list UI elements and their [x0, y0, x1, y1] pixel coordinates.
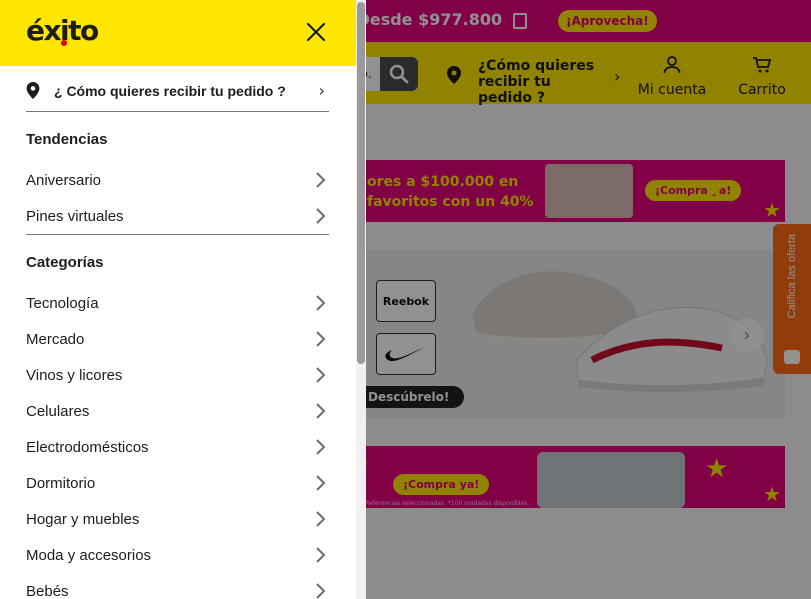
section-divider [26, 234, 329, 235]
menu-item-pines-virtuales[interactable]: Pines virtuales [26, 201, 329, 231]
chevron-right-icon [316, 583, 326, 599]
menu-item-celulares[interactable]: Celulares [26, 396, 329, 426]
menu-item-tecnologia[interactable]: Tecnología [26, 288, 329, 318]
menu-item-label: Pines virtuales [26, 207, 124, 225]
chevron-right-icon [316, 331, 326, 347]
menu-item-label: Vinos y licores [26, 366, 123, 384]
menu-item-aniversario[interactable]: Aniversario [26, 165, 329, 195]
chevron-right-icon [316, 475, 326, 491]
chevron-right-icon [316, 172, 326, 188]
drawer-scrollbar[interactable] [356, 0, 366, 599]
location-pin-icon [26, 82, 40, 99]
menu-item-vinos-y-licores[interactable]: Vinos y licores [26, 360, 329, 390]
menu-item-label: Mercado [26, 330, 85, 348]
menu-item-label: Electrodomésticos [26, 438, 149, 456]
chevron-right-icon [316, 511, 326, 527]
menu-item-label: Bebés [26, 582, 69, 599]
drawer-delivery-selector[interactable]: ¿ Cómo quieres recibir tu pedido ? › [26, 70, 329, 112]
chevron-right-icon [316, 208, 326, 224]
trends-title: Tendencias [26, 131, 108, 148]
menu-item-label: Moda y accesorios [26, 546, 152, 564]
chevron-right-icon: › [318, 81, 325, 100]
close-icon [306, 22, 326, 42]
menu-item-label: Celulares [26, 402, 90, 420]
close-menu-button[interactable] [302, 18, 330, 46]
menu-item-label: Dormitorio [26, 474, 96, 492]
side-menu-drawer: éxito ¿ Cómo quieres recibir tu pedido ?… [0, 0, 356, 599]
chevron-right-icon [316, 367, 326, 383]
chevron-right-icon [316, 403, 326, 419]
menu-item-dormitorio[interactable]: Dormitorio [26, 468, 329, 498]
logo-dot [61, 40, 67, 46]
menu-item-moda-y-accesorios[interactable]: Moda y accesorios [26, 540, 329, 570]
delivery-label: ¿ Cómo quieres recibir tu pedido ? [54, 82, 286, 99]
chevron-right-icon [316, 439, 326, 455]
menu-item-label: Tecnología [26, 294, 99, 312]
menu-item-electrodomesticos[interactable]: Electrodomésticos [26, 432, 329, 462]
menu-item-bebes[interactable]: Bebés [26, 576, 329, 599]
drawer-header: éxito [0, 0, 356, 66]
scrollbar-thumb[interactable] [357, 2, 365, 364]
menu-item-hogar-y-muebles[interactable]: Hogar y muebles [26, 504, 329, 534]
menu-item-label: Aniversario [26, 171, 102, 189]
menu-item-mercado[interactable]: Mercado [26, 324, 329, 354]
categories-title: Categorías [26, 254, 104, 271]
chevron-right-icon [316, 547, 326, 563]
chevron-right-icon [316, 295, 326, 311]
menu-item-label: Hogar y muebles [26, 510, 140, 528]
